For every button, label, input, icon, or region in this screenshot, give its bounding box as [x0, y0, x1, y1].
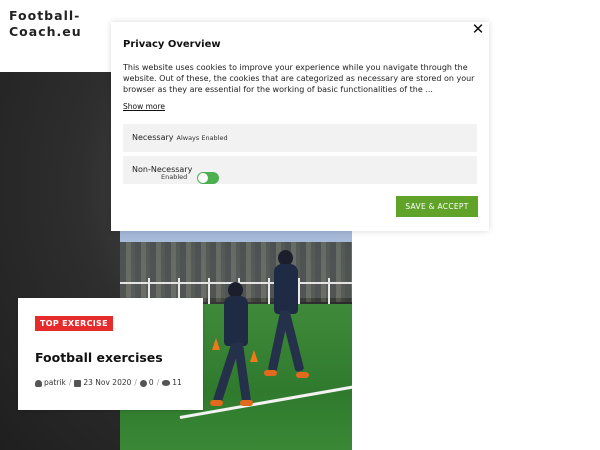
always-enabled-label: Always Enabled [176, 134, 228, 142]
player-torso [274, 264, 298, 314]
category-badge[interactable]: TOP EXERCISE [35, 316, 113, 331]
player-shoe [210, 400, 223, 406]
eye-icon [162, 380, 171, 386]
close-icon[interactable]: ✕ [470, 21, 486, 37]
show-more-link[interactable]: Show more [123, 102, 165, 112]
page-root: Football- Coach.eu TOP EXERCISE Football… [0, 0, 600, 450]
photo-player [210, 282, 254, 412]
player-leg [280, 309, 305, 373]
site-logo[interactable]: Football- Coach.eu [9, 8, 89, 40]
cookie-row-necessary[interactable]: Necessary Always Enabled [123, 124, 477, 152]
post-date[interactable]: 23 Nov 2020 [83, 378, 131, 388]
player-shoe [264, 370, 277, 376]
post-comments[interactable]: 0 [149, 378, 154, 388]
player-shoe [296, 372, 309, 378]
player-leg [233, 341, 252, 405]
post-views: 11 [172, 378, 182, 387]
cookie-row-non-necessary[interactable]: Non-Necessary Enabled [123, 156, 477, 184]
cookie-row-label: Necessary Always Enabled [132, 133, 228, 143]
privacy-title: Privacy Overview [123, 39, 221, 50]
player-torso [224, 296, 248, 346]
meta-separator: / [156, 378, 160, 387]
toggle-knob [198, 173, 208, 183]
post-card: TOP EXERCISE Football exercises patrik /… [18, 298, 203, 410]
site-logo-line2[interactable]: Coach.eu [9, 24, 89, 40]
photo-player [264, 250, 309, 400]
user-icon [35, 379, 42, 387]
privacy-body: This website uses cookies to improve you… [123, 63, 475, 94]
enabled-label: Enabled [161, 173, 188, 181]
comment-icon [139, 379, 147, 387]
save-accept-button[interactable]: SAVE & ACCEPT [396, 196, 478, 217]
post-title[interactable]: Football exercises [35, 350, 163, 366]
post-author[interactable]: patrik [44, 378, 66, 388]
calendar-icon [74, 379, 82, 387]
privacy-modal: Privacy Overview This website uses cooki… [111, 22, 489, 231]
post-meta: patrik / 23 Nov 2020 / 0 / 11 [35, 378, 182, 388]
non-necessary-toggle[interactable] [197, 172, 219, 184]
site-logo-line1[interactable]: Football- [9, 8, 89, 24]
cookie-category-label: Necessary [132, 133, 174, 142]
meta-separator: / [134, 378, 137, 387]
player-shoe [240, 400, 253, 406]
meta-separator: / [68, 378, 72, 387]
